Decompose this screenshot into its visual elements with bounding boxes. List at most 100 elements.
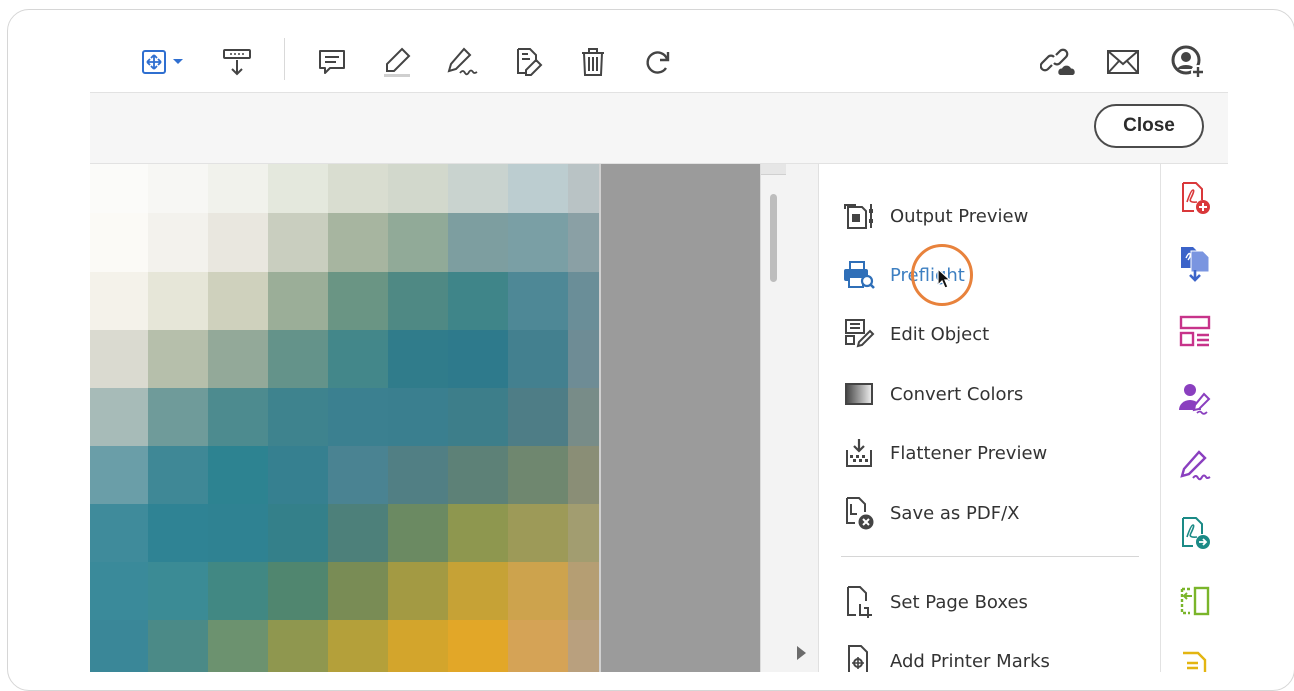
tool-label: Save as PDF/X <box>890 502 1020 524</box>
image-pixel <box>328 446 388 504</box>
image-pixel <box>268 213 328 272</box>
flattener-preview-icon <box>839 433 879 473</box>
tool-preflight[interactable]: Preflight <box>839 255 1149 295</box>
organize-pages-icon[interactable] <box>1173 309 1217 353</box>
image-pixel <box>568 388 600 446</box>
compare-icon[interactable] <box>1173 579 1217 623</box>
trash-icon[interactable] <box>573 42 613 82</box>
image-pixel <box>568 330 600 388</box>
image-pixel <box>90 620 148 672</box>
tool-convert-colors[interactable]: Convert Colors <box>839 374 1149 414</box>
tool-flattener-preview[interactable]: Flattener Preview <box>839 433 1149 473</box>
image-pixel <box>268 272 328 330</box>
tool-label: Set Page Boxes <box>890 591 1028 613</box>
vertical-scrollbar[interactable] <box>760 164 789 672</box>
request-signature-icon[interactable] <box>1173 376 1217 420</box>
image-pixel <box>328 504 388 562</box>
sign-pen-icon[interactable] <box>442 42 482 82</box>
tool-label: Flattener Preview <box>890 442 1048 464</box>
tool-set-page-boxes[interactable]: Set Page Boxes <box>839 582 1149 622</box>
image-pixel <box>148 213 208 272</box>
image-pixel <box>508 164 568 213</box>
panel-gutter <box>788 164 819 672</box>
print-production-panel: Output Preview Preflight Edit Object Con… <box>819 164 1159 672</box>
image-pixel <box>388 330 448 388</box>
image-pixel <box>90 272 148 330</box>
tool-edit-object[interactable]: Edit Object <box>839 314 1149 354</box>
image-pixel <box>268 446 328 504</box>
close-button[interactable]: Close <box>1094 104 1204 148</box>
acrobat-window: Close Output Preview Preflight Edit Obje… <box>90 32 1228 672</box>
convert-colors-icon <box>839 374 879 414</box>
image-pixel <box>328 272 388 330</box>
document-view[interactable] <box>90 164 760 672</box>
image-pixel <box>208 272 268 330</box>
image-pixel <box>208 446 268 504</box>
collapse-panel-icon[interactable] <box>797 646 806 660</box>
preflight-icon <box>839 255 879 295</box>
image-pixel <box>328 213 388 272</box>
image-pixel <box>148 272 208 330</box>
image-pixel <box>90 562 148 620</box>
image-pixel <box>148 330 208 388</box>
image-pixel <box>208 620 268 672</box>
image-pixel <box>388 213 448 272</box>
image-pixel <box>568 446 600 504</box>
image-pixel <box>448 504 508 562</box>
image-pixel <box>568 213 600 272</box>
image-pixel <box>208 164 268 213</box>
image-pixel <box>268 562 328 620</box>
set-page-boxes-icon <box>839 582 879 622</box>
tool-header-bar: Close <box>90 93 1228 164</box>
tool-output-preview[interactable]: Output Preview <box>839 196 1149 236</box>
image-pixel <box>90 504 148 562</box>
image-pixel <box>508 504 568 562</box>
image-pixel <box>388 562 448 620</box>
image-pixel <box>268 164 328 213</box>
image-pixel <box>388 620 448 672</box>
image-pixel <box>508 272 568 330</box>
tool-add-printer-marks[interactable]: Add Printer Marks <box>839 641 1149 672</box>
redo-icon[interactable] <box>638 42 678 82</box>
image-pixel <box>448 164 508 213</box>
export-pdf-icon[interactable] <box>1173 241 1217 285</box>
scrollbar-thumb[interactable] <box>770 194 777 282</box>
image-pixel <box>448 272 508 330</box>
top-toolbar <box>90 32 1228 93</box>
image-pixel <box>90 213 148 272</box>
toolbar-separator <box>284 38 285 80</box>
image-pixel <box>568 562 600 620</box>
share-pdf-icon[interactable] <box>1173 511 1217 555</box>
image-pixel <box>508 330 568 388</box>
mouse-pointer-icon <box>937 268 952 289</box>
download-tray-icon[interactable] <box>217 42 257 82</box>
tool-label: Edit Object <box>890 323 990 345</box>
image-pixel <box>388 164 448 213</box>
output-preview-icon <box>839 196 879 236</box>
add-user-icon[interactable] <box>1168 42 1208 82</box>
tool-label: Convert Colors <box>890 383 1024 405</box>
image-pixel <box>268 620 328 672</box>
image-pixel <box>148 504 208 562</box>
image-pixel <box>90 388 148 446</box>
image-pixel <box>328 330 388 388</box>
tool-label: Output Preview <box>890 205 1029 227</box>
image-pixel <box>208 562 268 620</box>
image-pixel <box>568 272 600 330</box>
link-cloud-icon[interactable] <box>1038 42 1078 82</box>
chevron-down-icon[interactable] <box>168 42 188 82</box>
image-pixel <box>90 446 148 504</box>
image-pixel <box>328 620 388 672</box>
edit-document-icon[interactable] <box>507 42 547 82</box>
fill-sign-icon[interactable] <box>1173 444 1217 488</box>
image-pixel <box>328 388 388 446</box>
highlighter-icon[interactable] <box>377 42 417 82</box>
image-pixel <box>208 504 268 562</box>
mail-icon[interactable] <box>1103 42 1143 82</box>
image-pixel <box>208 330 268 388</box>
image-pixel <box>448 620 508 672</box>
comment-icon[interactable] <box>312 42 352 82</box>
image-pixel <box>508 388 568 446</box>
create-pdf-icon[interactable] <box>1173 176 1217 220</box>
tool-save-pdfx[interactable]: Save as PDF/X <box>839 493 1149 533</box>
